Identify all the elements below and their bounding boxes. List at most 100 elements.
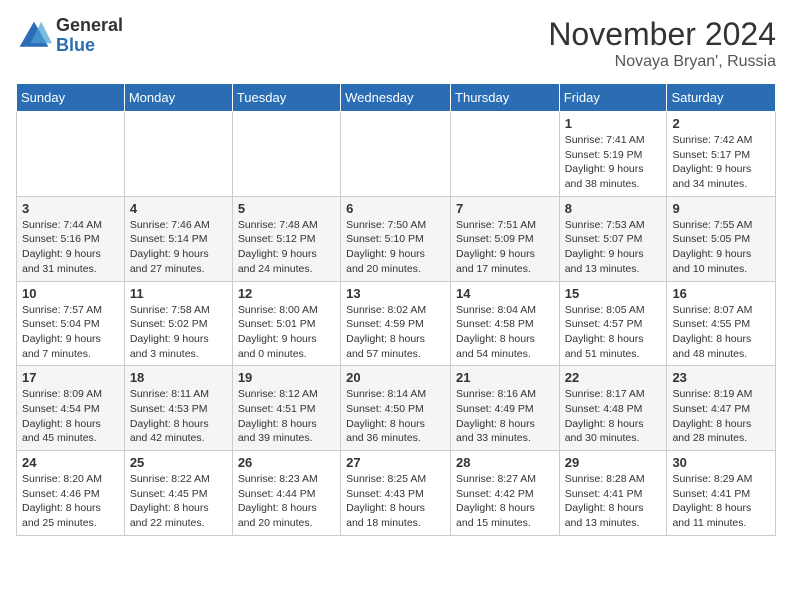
calendar-cell: 30 Sunrise: 8:29 AM Sunset: 4:41 PM Dayli… <box>667 451 776 536</box>
day-info: Sunrise: 7:55 AM Sunset: 5:05 PM Dayligh… <box>672 218 770 277</box>
calendar-week-row: 17Sunrise: 8:09 AM Sunset: 4:54 PM Dayli… <box>17 366 776 451</box>
day-info: Sunrise: 7:44 AM Sunset: 5:16 PM Dayligh… <box>22 218 119 277</box>
calendar-cell: 29 Sunrise: 8:28 AM Sunset: 4:41 PM Dayli… <box>559 451 667 536</box>
calendar-cell: 10Sunrise: 7:57 AM Sunset: 5:04 PM Dayli… <box>17 281 125 366</box>
calendar-cell: 26 Sunrise: 8:23 AM Sunset: 4:44 PM Dayli… <box>232 451 340 536</box>
calendar-week-row: 1 Sunrise: 7:41 AM Sunset: 5:19 PM Daylig… <box>17 112 776 197</box>
calendar-cell: 25 Sunrise: 8:22 AM Sunset: 4:45 PM Dayli… <box>124 451 232 536</box>
day-info: Sunrise: 8:14 AM Sunset: 4:50 PM Dayligh… <box>346 387 445 446</box>
day-info: Sunrise: 8:23 AM Sunset: 4:44 PM Dayligh… <box>238 472 335 531</box>
logo: General Blue <box>16 16 123 56</box>
day-number: 12 <box>238 286 335 301</box>
logo-blue-text: Blue <box>56 36 123 56</box>
calendar-cell <box>232 112 340 197</box>
day-number: 9 <box>672 201 770 216</box>
calendar-cell: 4 Sunrise: 7:46 AM Sunset: 5:14 PM Daylig… <box>124 196 232 281</box>
calendar-cell: 19Sunrise: 8:12 AM Sunset: 4:51 PM Dayli… <box>232 366 340 451</box>
title-area: November 2024 Novaya Bryan', Russia <box>548 16 776 71</box>
day-info: Sunrise: 8:11 AM Sunset: 4:53 PM Dayligh… <box>130 387 227 446</box>
weekday-header: Friday <box>559 84 667 112</box>
day-info: Sunrise: 7:48 AM Sunset: 5:12 PM Dayligh… <box>238 218 335 277</box>
day-number: 26 <box>238 455 335 470</box>
calendar-cell: 15 Sunrise: 8:05 AM Sunset: 4:57 PM Dayli… <box>559 281 667 366</box>
day-info: Sunrise: 8:02 AM Sunset: 4:59 PM Dayligh… <box>346 303 445 362</box>
weekday-header: Monday <box>124 84 232 112</box>
logo-icon <box>16 18 52 54</box>
calendar-cell: 16Sunrise: 8:07 AM Sunset: 4:55 PM Dayli… <box>667 281 776 366</box>
calendar-cell: 13 Sunrise: 8:02 AM Sunset: 4:59 PM Dayli… <box>341 281 451 366</box>
calendar-cell: 28 Sunrise: 8:27 AM Sunset: 4:42 PM Dayli… <box>451 451 560 536</box>
header: General Blue November 2024 Novaya Bryan'… <box>16 16 776 71</box>
day-info: Sunrise: 8:00 AM Sunset: 5:01 PM Dayligh… <box>238 303 335 362</box>
day-info: Sunrise: 7:42 AM Sunset: 5:17 PM Dayligh… <box>672 133 770 192</box>
day-info: Sunrise: 8:16 AM Sunset: 4:49 PM Dayligh… <box>456 387 554 446</box>
day-number: 1 <box>565 116 662 131</box>
day-info: Sunrise: 7:53 AM Sunset: 5:07 PM Dayligh… <box>565 218 662 277</box>
month-title: November 2024 <box>548 16 776 53</box>
day-number: 2 <box>672 116 770 131</box>
day-info: Sunrise: 8:04 AM Sunset: 4:58 PM Dayligh… <box>456 303 554 362</box>
day-number: 4 <box>130 201 227 216</box>
day-info: Sunrise: 8:19 AM Sunset: 4:47 PM Dayligh… <box>672 387 770 446</box>
weekday-header: Tuesday <box>232 84 340 112</box>
day-info: Sunrise: 8:27 AM Sunset: 4:42 PM Dayligh… <box>456 472 554 531</box>
weekday-header-row: SundayMondayTuesdayWednesdayThursdayFrid… <box>17 84 776 112</box>
day-number: 13 <box>346 286 445 301</box>
calendar-cell <box>124 112 232 197</box>
location-subtitle: Novaya Bryan', Russia <box>548 53 776 71</box>
calendar-cell: 8 Sunrise: 7:53 AM Sunset: 5:07 PM Daylig… <box>559 196 667 281</box>
day-number: 27 <box>346 455 445 470</box>
day-info: Sunrise: 8:28 AM Sunset: 4:41 PM Dayligh… <box>565 472 662 531</box>
day-info: Sunrise: 8:05 AM Sunset: 4:57 PM Dayligh… <box>565 303 662 362</box>
day-info: Sunrise: 7:46 AM Sunset: 5:14 PM Dayligh… <box>130 218 227 277</box>
day-info: Sunrise: 8:17 AM Sunset: 4:48 PM Dayligh… <box>565 387 662 446</box>
weekday-header: Sunday <box>17 84 125 112</box>
calendar-cell: 12 Sunrise: 8:00 AM Sunset: 5:01 PM Dayli… <box>232 281 340 366</box>
day-number: 28 <box>456 455 554 470</box>
day-number: 15 <box>565 286 662 301</box>
calendar-cell <box>341 112 451 197</box>
calendar-week-row: 24 Sunrise: 8:20 AM Sunset: 4:46 PM Dayli… <box>17 451 776 536</box>
day-number: 11 <box>130 286 227 301</box>
day-number: 10 <box>22 286 119 301</box>
day-number: 19 <box>238 370 335 385</box>
day-info: Sunrise: 8:29 AM Sunset: 4:41 PM Dayligh… <box>672 472 770 531</box>
day-number: 22 <box>565 370 662 385</box>
day-info: Sunrise: 7:58 AM Sunset: 5:02 PM Dayligh… <box>130 303 227 362</box>
calendar-cell: 6 Sunrise: 7:50 AM Sunset: 5:10 PM Daylig… <box>341 196 451 281</box>
logo-text: General Blue <box>56 16 123 56</box>
calendar-table: SundayMondayTuesdayWednesdayThursdayFrid… <box>16 83 776 536</box>
calendar-cell: 9 Sunrise: 7:55 AM Sunset: 5:05 PM Daylig… <box>667 196 776 281</box>
day-number: 5 <box>238 201 335 216</box>
calendar-cell: 24 Sunrise: 8:20 AM Sunset: 4:46 PM Dayli… <box>17 451 125 536</box>
day-number: 29 <box>565 455 662 470</box>
day-number: 6 <box>346 201 445 216</box>
weekday-header: Wednesday <box>341 84 451 112</box>
calendar-cell: 5 Sunrise: 7:48 AM Sunset: 5:12 PM Daylig… <box>232 196 340 281</box>
weekday-header: Thursday <box>451 84 560 112</box>
calendar-cell: 7Sunrise: 7:51 AM Sunset: 5:09 PM Daylig… <box>451 196 560 281</box>
day-info: Sunrise: 8:20 AM Sunset: 4:46 PM Dayligh… <box>22 472 119 531</box>
calendar-week-row: 10Sunrise: 7:57 AM Sunset: 5:04 PM Dayli… <box>17 281 776 366</box>
calendar-week-row: 3Sunrise: 7:44 AM Sunset: 5:16 PM Daylig… <box>17 196 776 281</box>
day-info: Sunrise: 8:22 AM Sunset: 4:45 PM Dayligh… <box>130 472 227 531</box>
day-number: 23 <box>672 370 770 385</box>
day-info: Sunrise: 7:51 AM Sunset: 5:09 PM Dayligh… <box>456 218 554 277</box>
day-number: 16 <box>672 286 770 301</box>
day-number: 8 <box>565 201 662 216</box>
day-info: Sunrise: 7:50 AM Sunset: 5:10 PM Dayligh… <box>346 218 445 277</box>
day-number: 21 <box>456 370 554 385</box>
day-number: 30 <box>672 455 770 470</box>
weekday-header: Saturday <box>667 84 776 112</box>
day-number: 25 <box>130 455 227 470</box>
logo-general-text: General <box>56 16 123 36</box>
day-info: Sunrise: 7:41 AM Sunset: 5:19 PM Dayligh… <box>565 133 662 192</box>
calendar-cell: 3Sunrise: 7:44 AM Sunset: 5:16 PM Daylig… <box>17 196 125 281</box>
calendar-cell: 14Sunrise: 8:04 AM Sunset: 4:58 PM Dayli… <box>451 281 560 366</box>
day-number: 20 <box>346 370 445 385</box>
day-number: 18 <box>130 370 227 385</box>
calendar-cell: 27Sunrise: 8:25 AM Sunset: 4:43 PM Dayli… <box>341 451 451 536</box>
day-number: 24 <box>22 455 119 470</box>
calendar-cell: 2 Sunrise: 7:42 AM Sunset: 5:17 PM Daylig… <box>667 112 776 197</box>
day-number: 17 <box>22 370 119 385</box>
